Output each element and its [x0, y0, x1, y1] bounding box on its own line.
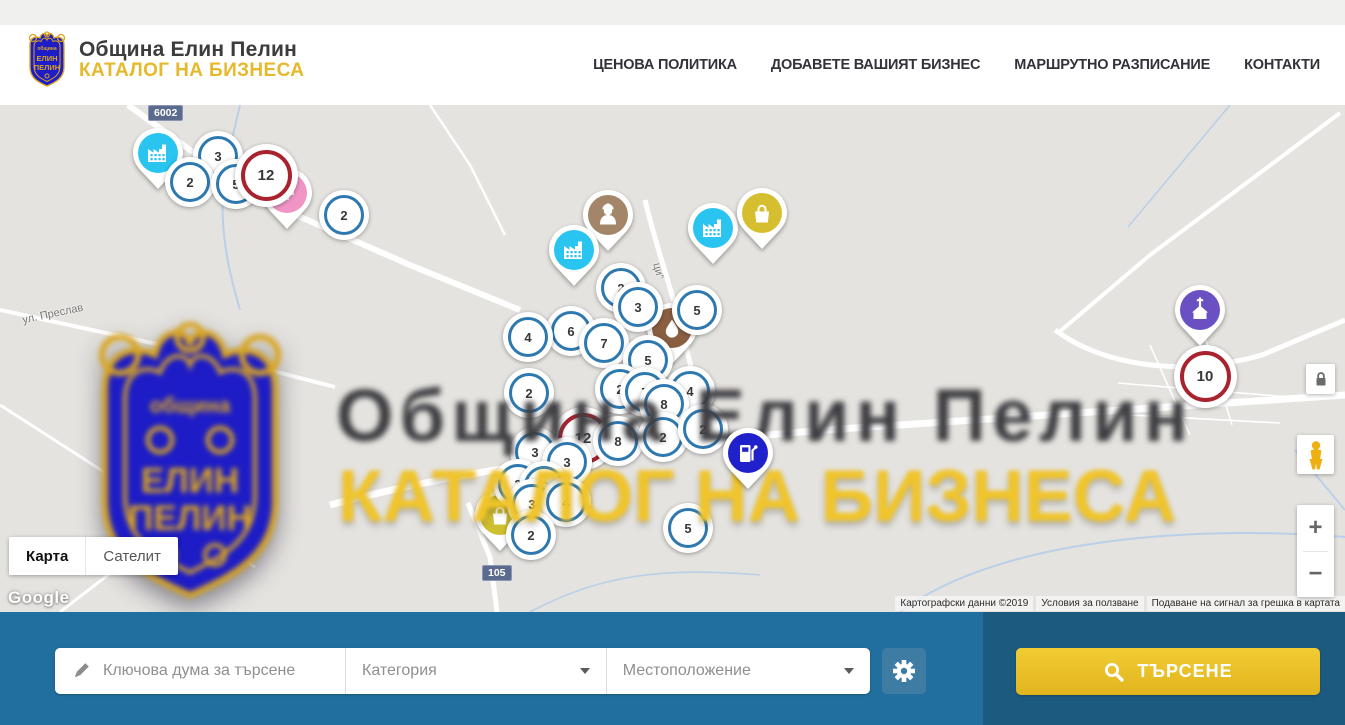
nav-item-2[interactable]: МАРШРУТНО РАЗПИСАНИЕ — [1014, 57, 1210, 73]
search-panel: Категория Местоположение — [0, 612, 1345, 725]
map-pin-fuel-8[interactable] — [720, 427, 776, 491]
cluster-count: 5 — [693, 303, 700, 318]
map-pin-factory-3[interactable] — [546, 224, 602, 288]
map-cluster-4-9[interactable]: 4 — [503, 312, 553, 362]
google-logo[interactable]: Google — [8, 588, 70, 608]
svg-text:община: община — [37, 45, 56, 52]
category-select[interactable]: Категория — [345, 648, 606, 694]
street-view-pegman-button[interactable] — [1297, 435, 1334, 474]
map-pin-bag-5[interactable] — [734, 187, 790, 251]
attribution-2[interactable]: Подаване на сигнал за грешка в картата — [1147, 596, 1345, 611]
nav-item-0[interactable]: ЦЕНОВА ПОЛИТИКА — [593, 57, 737, 73]
cluster-count: 6 — [567, 324, 574, 339]
site-title: Община Елин Пелин — [79, 39, 304, 61]
map-cluster-5-7[interactable]: 5 — [672, 285, 722, 335]
road-label-0: 6002 — [148, 105, 183, 121]
nav-item-1[interactable]: ДОБАВЕТЕ ВАШИЯТ БИЗНЕС — [771, 57, 980, 73]
search-icon — [1103, 661, 1125, 683]
site-subtitle: КАТАЛОГ НА БИЗНЕСА — [79, 61, 304, 81]
site-logo[interactable]: община ЕЛИН ПЕЛИН Община Елин Пелин КАТА… — [25, 30, 304, 90]
attribution-1[interactable]: Условия за ползване — [1036, 596, 1143, 611]
page: община ЕЛИН ПЕЛИН Община Елин Пелин КАТА… — [0, 0, 1345, 725]
map-cluster-12-3[interactable]: 12 — [235, 144, 298, 207]
cluster-count: 4 — [524, 330, 531, 345]
pegman-icon — [1303, 440, 1329, 470]
cluster-count: 3 — [634, 300, 641, 315]
zoom-in-button[interactable]: + — [1297, 505, 1334, 551]
svg-text:ЕЛИН: ЕЛИН — [141, 462, 239, 501]
map-canvas[interactable]: 6002105ул. Преславбул. „Новоселци“ — [0, 105, 1345, 612]
header: община ЕЛИН ПЕЛИН Община Елин Пелин КАТА… — [0, 25, 1345, 106]
map-cluster-2-4[interactable]: 2 — [319, 190, 369, 240]
search-input-group: Категория Местоположение — [55, 648, 870, 694]
cluster-count: 12 — [258, 167, 275, 184]
brand-text: Община Елин Пелин КАТАЛОГ НА БИЗНЕСА — [79, 39, 304, 81]
map-cluster-7-10[interactable]: 7 — [579, 318, 629, 368]
zoom-out-button[interactable]: − — [1297, 552, 1334, 598]
cluster-count: 3 — [214, 149, 221, 164]
cluster-count: 2 — [340, 208, 347, 223]
nav-item-3[interactable]: КОНТАКТИ — [1244, 57, 1320, 73]
cluster-count: 5 — [644, 353, 651, 368]
keyword-field[interactable] — [55, 648, 345, 694]
top-strip — [0, 0, 1345, 25]
lock-button[interactable] — [1306, 364, 1335, 394]
cluster-count: 2 — [186, 175, 193, 190]
chevron-down-icon — [580, 668, 590, 674]
pencil-icon — [71, 661, 91, 681]
gear-icon — [892, 659, 916, 683]
map-type-control: КартаСателит — [9, 537, 178, 575]
advanced-search-button[interactable] — [882, 648, 926, 694]
svg-text:община: община — [150, 395, 231, 418]
map-pin-factory-4[interactable] — [685, 202, 741, 266]
map-type-satellite-button[interactable]: Сателит — [85, 537, 178, 575]
main-nav: ЦЕНОВА ПОЛИТИКА ДОБАВЕТЕ ВАШИЯТ БИЗНЕС МАР… — [593, 25, 1320, 105]
chevron-down-icon — [844, 668, 854, 674]
search-button[interactable]: ТЪРСЕНЕ — [1016, 648, 1320, 695]
svg-text:ЕЛИН: ЕЛИН — [36, 54, 57, 63]
location-select[interactable]: Местоположение — [606, 648, 870, 694]
search-button-label: ТЪРСЕНЕ — [1137, 661, 1232, 682]
municipality-crest-icon: община ЕЛИН ПЕЛИН — [25, 30, 69, 90]
svg-text:ПЕЛИН: ПЕЛИН — [128, 499, 252, 538]
svg-text:ПЕЛИН: ПЕЛИН — [34, 63, 60, 72]
attribution-0: Картографски данни ©2019 — [895, 596, 1033, 611]
location-select-value: Местоположение — [623, 662, 751, 680]
cluster-count: 7 — [600, 336, 607, 351]
map-pin-church-7[interactable] — [1172, 284, 1228, 348]
map-attribution: Картографски данни ©2019Условия за ползв… — [895, 596, 1345, 611]
category-select-value: Категория — [362, 662, 437, 680]
lock-icon — [1313, 371, 1329, 387]
keyword-input[interactable] — [101, 661, 345, 681]
cluster-count: 10 — [1197, 368, 1214, 385]
map-type-map-button[interactable]: Карта — [9, 537, 85, 575]
zoom-control: + − — [1297, 505, 1334, 597]
road-label-1: 105 — [482, 565, 512, 581]
map-cluster-2-1[interactable]: 2 — [165, 157, 215, 207]
